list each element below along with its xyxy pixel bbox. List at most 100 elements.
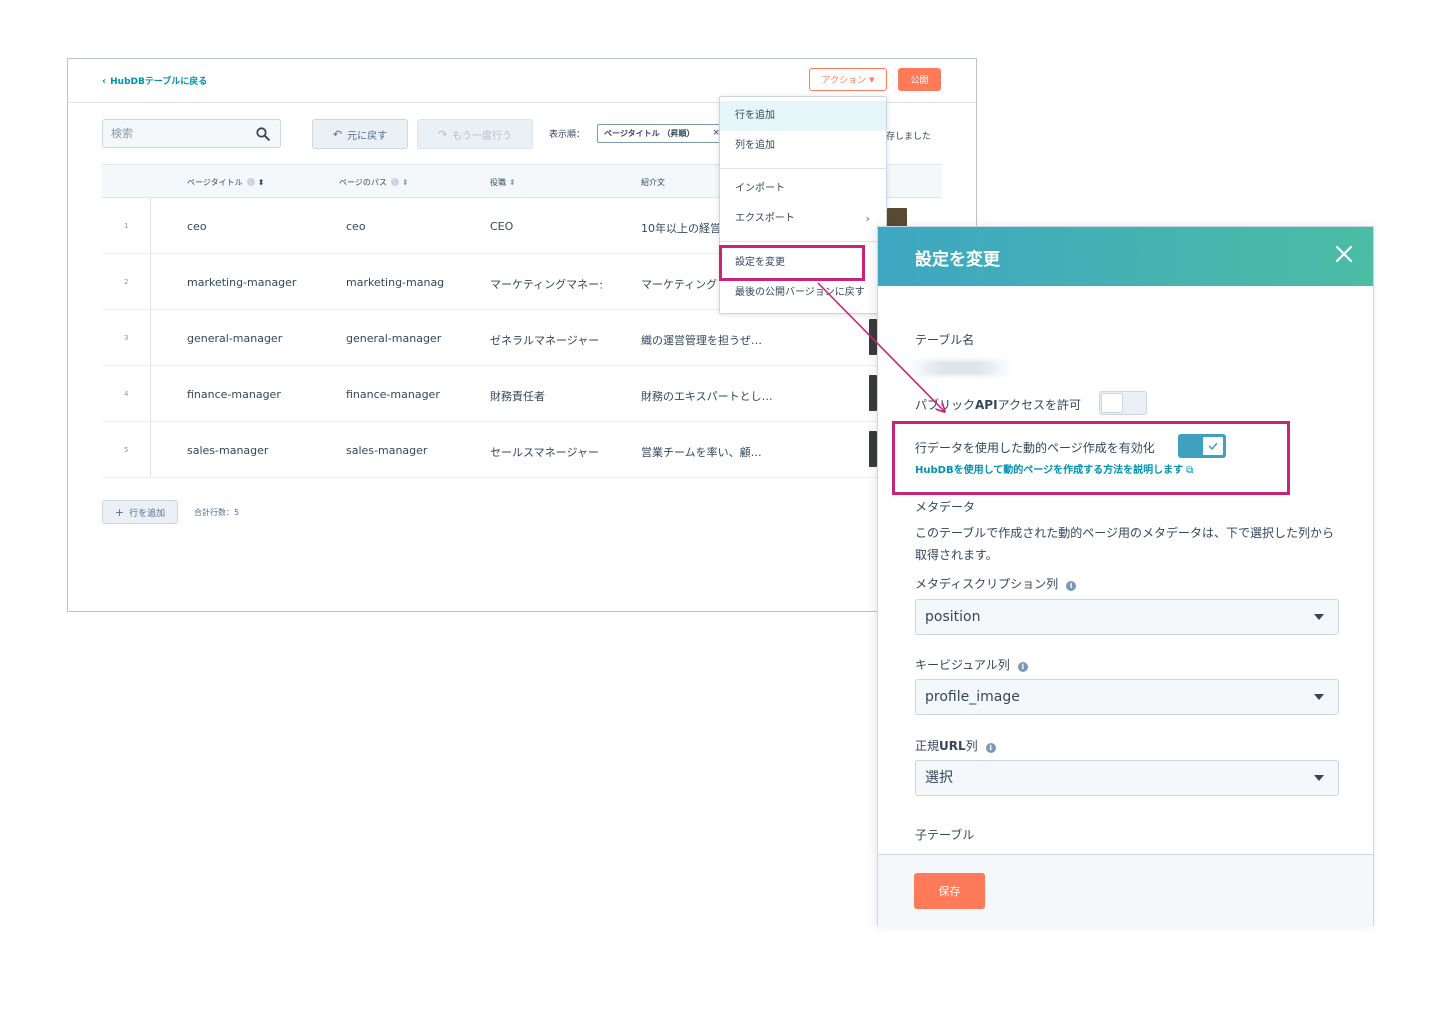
profile-image-thumbnail[interactable]: [869, 375, 877, 411]
key-visual-column-label: キービジュアル列 i: [915, 656, 1028, 673]
table-row[interactable]: 3 general-manager general-manager ゼネラルマネ…: [102, 310, 942, 366]
sort-icon[interactable]: ⬍: [509, 178, 516, 187]
cell-page-title[interactable]: finance-manager: [187, 388, 302, 401]
field-label-text: URL: [939, 739, 966, 753]
column-header-page-title[interactable]: ページタイトル ⬍: [187, 177, 264, 188]
field-label-text: メタディスクリプション列: [915, 577, 1059, 591]
publish-button[interactable]: 公開: [898, 68, 941, 91]
table-row[interactable]: 4 finance-manager finance-manager 財務責任者 …: [102, 366, 942, 422]
public-api-label-part: パブリック: [915, 398, 976, 412]
child-table-label: 子テーブル: [915, 828, 975, 842]
column-header-page-path[interactable]: ページのパス ⬍: [339, 177, 409, 188]
plus-icon: +: [114, 505, 125, 519]
field-label-text: 列: [965, 739, 978, 753]
row-number: 4: [124, 390, 129, 398]
settings-panel: 設定を変更 テーブル名 パブリックAPIアクセスを許可 行データを使用した動的ペ…: [877, 226, 1374, 926]
chevron-right-icon: ›: [865, 212, 870, 225]
menu-item-add-row[interactable]: 行を追加: [720, 101, 886, 131]
sort-ascending-icon[interactable]: ⬍: [258, 178, 265, 187]
close-icon[interactable]: [1333, 243, 1355, 265]
public-api-label: パブリックAPIアクセスを許可: [915, 396, 1081, 413]
undo-button[interactable]: ↶ 元に戻す: [312, 119, 408, 149]
metadata-description: このテーブルで作成された動的ページ用のメタデータは、下で選択した列から取得されま…: [915, 526, 1335, 562]
search-icon[interactable]: [256, 127, 270, 141]
sort-icon[interactable]: ⬍: [402, 178, 409, 187]
redo-icon: ↷: [438, 127, 448, 141]
menu-item-add-column[interactable]: 列を追加: [720, 131, 886, 161]
cell-page-path[interactable]: finance-manager: [346, 388, 444, 401]
table-row[interactable]: 5 sales-manager sales-manager セールスマネージャー…: [102, 422, 942, 478]
public-api-label-part: API: [975, 398, 998, 412]
meta-description-column-label: メタディスクリプション列 i: [915, 575, 1077, 592]
save-button[interactable]: 保存: [914, 873, 985, 909]
panel-header: 設定を変更: [878, 227, 1373, 286]
info-icon[interactable]: i: [985, 743, 996, 753]
undo-icon: ↶: [332, 127, 343, 141]
cell-page-title[interactable]: sales-manager: [187, 444, 302, 457]
column-header-label: ページのパス: [339, 178, 387, 187]
save-status-text: 存しました: [886, 132, 932, 142]
field-label-text: 正規: [915, 739, 940, 753]
undo-label: 元に戻す: [347, 130, 388, 142]
info-icon[interactable]: i: [1017, 662, 1028, 672]
public-api-toggle[interactable]: [1099, 391, 1147, 415]
profile-image-thumbnail[interactable]: [869, 319, 877, 355]
actions-dropdown-button[interactable]: アクション ▼: [809, 68, 887, 91]
back-to-hubdb-link[interactable]: ‹ HubDBテーブルに戻る: [102, 74, 207, 87]
info-icon: [246, 178, 255, 186]
profile-image-thumbnail[interactable]: [869, 431, 877, 467]
column-header-label: ページタイトル: [187, 178, 243, 187]
cell-role[interactable]: CEO: [490, 220, 602, 233]
sort-order-chip[interactable]: ページタイトル （昇順） ×: [597, 124, 725, 143]
select-value: profile_image: [925, 689, 1020, 705]
row-number: 5: [124, 446, 129, 454]
cell-page-path[interactable]: ceo: [346, 220, 444, 233]
cell-page-path[interactable]: general-manager: [346, 332, 444, 345]
search-field[interactable]: [102, 119, 281, 148]
column-header-bio[interactable]: 紹介文: [641, 177, 665, 188]
cell-page-path[interactable]: sales-manager: [346, 444, 444, 457]
canonical-url-column-select[interactable]: 選択: [915, 760, 1339, 796]
cell-page-title[interactable]: marketing-manager: [187, 276, 302, 289]
cell-role[interactable]: セールスマネージャー: [490, 444, 602, 460]
cell-page-title[interactable]: general-manager: [187, 332, 302, 345]
cell-role[interactable]: ゼネラルマネージャー: [490, 332, 602, 348]
caret-down-icon: ▼: [869, 75, 875, 84]
cell-role[interactable]: マーケティングマネージャー: [490, 276, 602, 292]
cell-page-title[interactable]: ceo: [187, 220, 302, 233]
cell-bio[interactable]: マーケティング: [641, 276, 721, 292]
canonical-url-column-label: 正規URL列 i: [915, 737, 996, 754]
sort-order-value: ページタイトル （昇順）: [604, 129, 695, 138]
column-header-role[interactable]: 役職 ⬍: [490, 177, 516, 188]
column-header-label: 紹介文: [641, 178, 665, 187]
info-icon[interactable]: i: [1066, 581, 1077, 591]
menu-item-import[interactable]: インポート: [720, 174, 886, 204]
menu-item-revert-to-published[interactable]: 最後の公開バージョンに戻す: [720, 278, 886, 308]
select-value: position: [925, 609, 981, 625]
redo-button[interactable]: ↷ もう一度行う: [417, 119, 533, 149]
search-input[interactable]: [103, 120, 253, 147]
total-rows-count: 合計行数：5: [194, 508, 240, 517]
add-row-button[interactable]: + 行を追加: [102, 500, 178, 524]
metadata-label: メタデータ: [915, 500, 976, 514]
cell-page-path[interactable]: marketing-manager: [346, 276, 444, 289]
caret-down-icon: [1314, 694, 1324, 700]
table-name-value-blurred: [908, 360, 1012, 376]
public-api-label-part: アクセスを許可: [997, 398, 1081, 412]
chevron-left-icon: ‹: [102, 76, 107, 87]
meta-description-column-select[interactable]: position: [915, 599, 1339, 635]
key-visual-column-select[interactable]: profile_image: [915, 679, 1339, 715]
caret-down-icon: [1314, 614, 1324, 620]
cell-bio[interactable]: 営業チームを率い、顧…: [641, 444, 771, 460]
panel-title: 設定を変更: [915, 250, 1000, 270]
cell-role[interactable]: 財務責任者: [490, 388, 602, 404]
column-header-label: 役職: [490, 178, 506, 187]
cell-bio[interactable]: 財務のエキスパートとし…: [641, 388, 781, 404]
highlight-box-dynamic-pages: [892, 421, 1290, 495]
menu-item-export[interactable]: エクスポート ›: [720, 204, 886, 234]
add-row-label: 行を追加: [129, 508, 166, 519]
profile-image-thumbnail[interactable]: [887, 208, 907, 228]
cell-bio[interactable]: 10年以上の経営: [641, 220, 721, 236]
cell-bio[interactable]: 織の運営管理を担うぜ…: [641, 332, 776, 348]
panel-footer: 保存: [878, 854, 1373, 926]
